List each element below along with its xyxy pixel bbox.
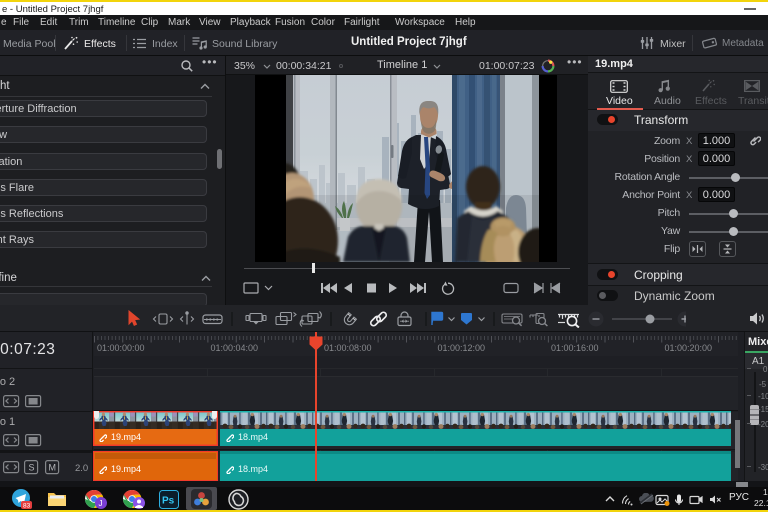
svg-text:2.0: 2.0 <box>75 463 88 474</box>
svg-text:S: S <box>29 463 35 473</box>
svg-text:01:00:00:00: 01:00:00:00 <box>97 343 145 353</box>
svg-text:01:00:08:00: 01:00:08:00 <box>324 343 372 353</box>
svg-text:M: M <box>49 463 57 473</box>
svg-text:Ps: Ps <box>162 496 175 507</box>
svg-text:01:00:04:00: 01:00:04:00 <box>211 343 259 353</box>
svg-text:01:00:20:00: 01:00:20:00 <box>665 343 713 353</box>
svg-text:J: J <box>99 499 103 508</box>
svg-text:01:00:16:00: 01:00:16:00 <box>551 343 599 353</box>
svg-text:01:00:12:00: 01:00:12:00 <box>438 343 486 353</box>
svg-text:83: 83 <box>23 503 31 510</box>
